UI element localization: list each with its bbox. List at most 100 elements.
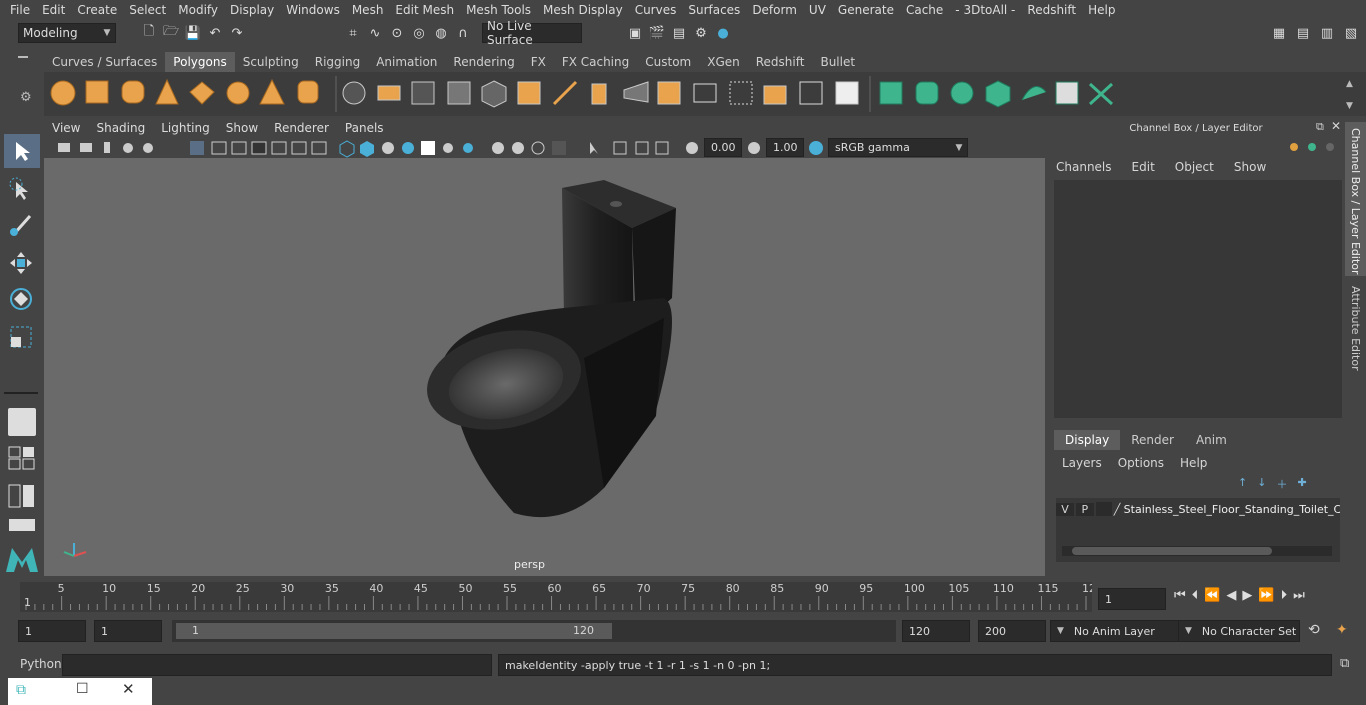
mode-dropdown[interactable]: Modeling ▼ (18, 23, 116, 43)
color-space-dropdown[interactable]: sRGB gamma ▼ (828, 138, 968, 157)
layer-color-swatch[interactable] (1095, 502, 1112, 516)
play-backward-icon[interactable]: ◀ (1226, 588, 1236, 603)
menu-cache[interactable]: Cache (900, 3, 949, 17)
poly-cube-icon[interactable] (85, 80, 109, 104)
layer-menu-help[interactable]: Help (1180, 456, 1207, 470)
booleans-icon[interactable] (447, 81, 471, 105)
menu-file[interactable]: File (4, 3, 36, 17)
minimized-window[interactable]: ⧉ ☐ ✕ (8, 678, 152, 705)
menu-generate[interactable]: Generate (832, 3, 900, 17)
layer-scrollbar[interactable] (1062, 546, 1332, 556)
menu-3dtoall[interactable]: - 3DtoAll - (949, 3, 1021, 17)
snap-curve-icon[interactable]: ∿ (366, 24, 384, 42)
go-to-start-icon[interactable]: ⏮ (1174, 588, 1186, 603)
command-language-label[interactable]: Python (20, 657, 62, 671)
camera-attributes-icon[interactable] (80, 143, 92, 152)
show-manipulator-icon[interactable] (8, 408, 36, 436)
menu-mesh-tools[interactable]: Mesh Tools (460, 3, 537, 17)
poly-sphere-icon[interactable] (50, 80, 76, 106)
frame-selected-icon[interactable] (635, 141, 649, 155)
snap-grid-icon[interactable]: ⌗ (344, 24, 362, 42)
merge-icon[interactable] (693, 83, 717, 103)
undo-icon[interactable]: ↶ (206, 24, 224, 42)
redo-icon[interactable]: ↷ (228, 24, 246, 42)
poly-cylinder-icon[interactable] (121, 80, 145, 104)
viewport-menu-shading[interactable]: Shading (88, 121, 153, 135)
lasso-tool-icon[interactable] (8, 176, 34, 205)
planar-uv-icon[interactable] (879, 81, 903, 105)
new-layer-selected-icon[interactable]: ✚ (1297, 476, 1306, 492)
automatic-uv-icon[interactable] (985, 80, 1011, 108)
shelf-scroll-down-icon[interactable]: ▼ (1346, 101, 1353, 111)
auto-key-icon[interactable]: ⟲ (1308, 622, 1320, 638)
ambient-occlusion-icon[interactable] (463, 143, 473, 153)
tab-bullet[interactable]: Bullet (812, 52, 863, 72)
channel-menu-object[interactable]: Object (1175, 160, 1214, 174)
close-icon[interactable]: ✕ (1331, 119, 1341, 133)
circularize-icon[interactable] (799, 81, 823, 105)
maximize-icon[interactable]: ☐ (76, 681, 89, 697)
step-forward-key-icon[interactable]: ⏩ (1258, 588, 1274, 603)
spherical-uv-icon[interactable] (950, 81, 974, 105)
gamma-field[interactable]: 1.00 (766, 138, 804, 157)
hud-icon[interactable] (552, 141, 566, 155)
select-camera-icon[interactable] (590, 142, 598, 154)
tab-sculpting[interactable]: Sculpting (235, 52, 307, 72)
menu-mesh-display[interactable]: Mesh Display (537, 3, 629, 17)
fill-hole-icon[interactable] (835, 81, 859, 105)
reduce-icon[interactable] (517, 81, 541, 105)
isolate-select-icon[interactable] (531, 141, 545, 155)
grease-pencil-icon[interactable] (143, 143, 153, 153)
time-ruler[interactable]: 5 10 15 20 25 30 35 40 45 50 55 60 65 70 75 80 85 90 95 100… (20, 582, 1096, 612)
layout-quad-icon[interactable] (8, 446, 36, 470)
target-weld-icon[interactable] (729, 81, 753, 105)
step-back-icon[interactable]: ⏴ (1192, 588, 1199, 603)
shelf-scroll-up-icon[interactable]: ▲ (1346, 79, 1353, 89)
wireframe-shading-icon[interactable] (339, 140, 355, 158)
textured-icon[interactable] (421, 141, 435, 155)
ipr-render-icon[interactable]: ▤ (670, 24, 688, 42)
tab-polygons[interactable]: Polygons (165, 52, 235, 72)
paint-select-icon[interactable] (8, 212, 34, 241)
multicut-icon[interactable] (552, 80, 578, 106)
rotate-tool-icon[interactable] (8, 286, 34, 315)
channel-menu-edit[interactable]: Edit (1132, 160, 1155, 174)
menu-edit[interactable]: Edit (36, 3, 71, 17)
move-layer-up-icon[interactable]: ↑ (1238, 476, 1247, 492)
menu-redshift[interactable]: Redshift (1021, 3, 1082, 17)
menu-display[interactable]: Display (224, 3, 280, 17)
layer-scrollbar-thumb[interactable] (1072, 547, 1272, 555)
tab-redshift[interactable]: Redshift (748, 52, 813, 72)
new-scene-icon[interactable]: 🗋 (140, 24, 158, 42)
layout-two-pane-icon[interactable] (8, 484, 36, 508)
bevel-icon[interactable] (657, 81, 681, 105)
cylindrical-uv-icon[interactable] (915, 81, 939, 105)
layer-playback-toggle[interactable]: P (1075, 502, 1094, 516)
tab-rigging[interactable]: Rigging (307, 52, 368, 72)
poly-plane-icon[interactable] (189, 81, 215, 105)
menu-create[interactable]: Create (71, 3, 123, 17)
tab-rendering[interactable]: Rendering (445, 52, 522, 72)
viewport-persp[interactable]: persp (44, 158, 1045, 576)
render-view-icon[interactable]: ▣ (626, 24, 644, 42)
viewport-menu-renderer[interactable]: Renderer (266, 121, 337, 135)
frame-camera-icon[interactable] (655, 141, 669, 155)
new-layer-icon[interactable]: ＋ (1276, 476, 1287, 492)
grid-toggle-icon[interactable] (211, 141, 227, 155)
layer-tab-display[interactable]: Display (1054, 430, 1121, 450)
move-tool-icon[interactable] (8, 250, 34, 279)
frame-all-icon[interactable] (613, 141, 627, 155)
tab-xgen[interactable]: XGen (699, 52, 748, 72)
select-tool-icon[interactable] (4, 134, 40, 168)
anim-layer-dropdown[interactable]: ▼ No Anim Layer (1050, 620, 1186, 642)
command-input[interactable] (62, 654, 492, 676)
shelf-menu-icon[interactable] (18, 56, 28, 58)
menu-surfaces[interactable]: Surfaces (682, 3, 746, 17)
menu-deform[interactable]: Deform (746, 3, 803, 17)
menu-edit-mesh[interactable]: Edit Mesh (389, 3, 460, 17)
xray-icon[interactable] (492, 142, 504, 154)
poly-cone-icon[interactable] (155, 78, 179, 105)
channel-menu-show[interactable]: Show (1234, 160, 1266, 174)
attribute-layout-icon[interactable]: ▤ (1294, 24, 1312, 42)
default-light-icon[interactable] (382, 142, 394, 154)
